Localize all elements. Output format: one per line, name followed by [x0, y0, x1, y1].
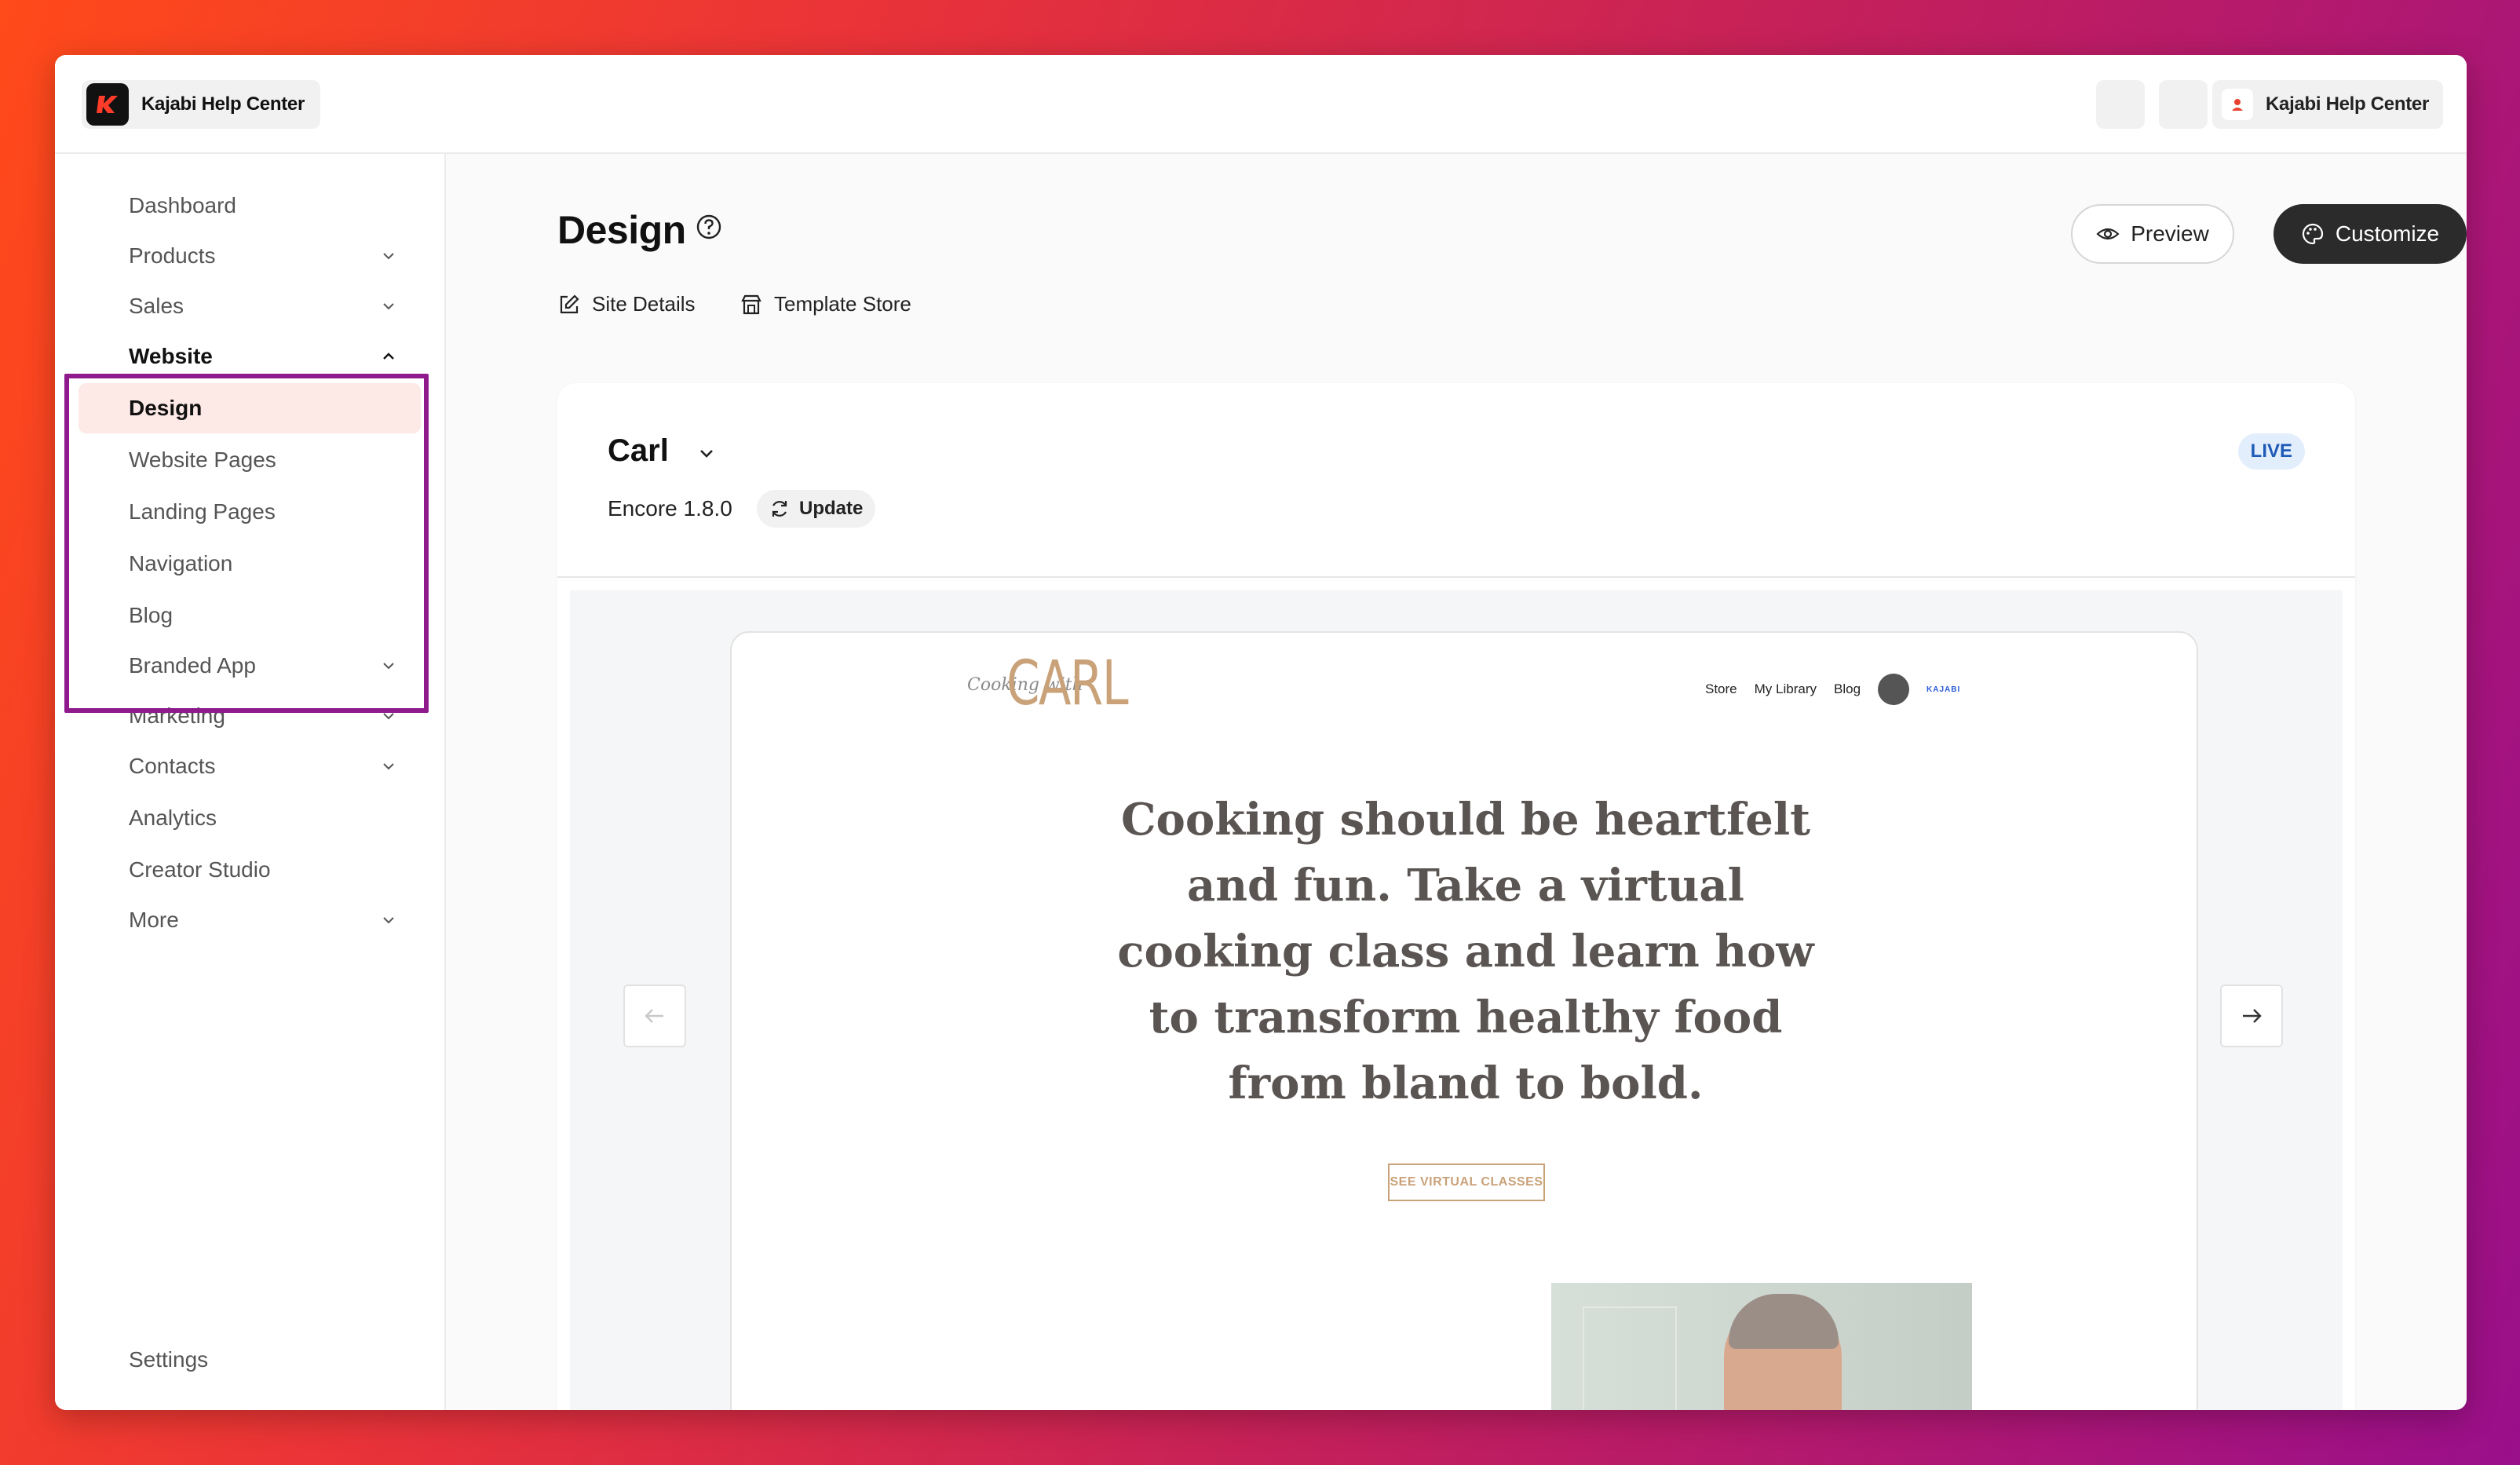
sidebar: Dashboard Products Sales Website Design … — [55, 154, 446, 1410]
refresh-icon — [772, 501, 787, 517]
update-button[interactable]: Update — [757, 490, 876, 528]
sidebar-item-products[interactable]: Products — [79, 231, 416, 281]
app-window: Kajabi Help Center Kajabi Help Center Da… — [55, 55, 2467, 1410]
notifications-button[interactable] — [2096, 80, 2145, 129]
palette-icon — [2302, 223, 2323, 245]
sidebar-item-branded-app[interactable]: Branded App — [79, 641, 416, 691]
chevron-down-icon[interactable] — [696, 443, 718, 465]
sidebar-item-more[interactable]: More — [79, 895, 416, 945]
site-logo: CARL — [1006, 648, 1129, 719]
eye-icon — [2096, 228, 2120, 240]
site-nav-store: Store — [1705, 681, 1737, 696]
template-store-label: Template Store — [774, 292, 911, 316]
arrow-right-icon — [2243, 1009, 2262, 1023]
sidebar-item-design[interactable]: Design — [79, 383, 421, 433]
sidebar-item-label: Settings — [129, 1347, 209, 1372]
update-label: Update — [799, 498, 864, 519]
sidebar-item-website[interactable]: Website — [79, 331, 416, 382]
chevron-down-icon — [383, 713, 394, 720]
sidebar-item-sales[interactable]: Sales — [79, 281, 416, 331]
template-store-link[interactable]: Template Store — [740, 292, 911, 316]
chevron-down-icon — [383, 253, 394, 260]
hero-heading: Cooking should be heartfelt and fun. Tak… — [1117, 794, 1814, 1109]
site-avatar — [1878, 674, 1910, 705]
site-name: Kajabi Help Center — [141, 93, 305, 115]
chevron-up-icon — [383, 353, 394, 360]
hero-photo — [1551, 1283, 1972, 1410]
sidebar-item-label: Analytics — [129, 806, 217, 830]
sidebar-item-blog[interactable]: Blog — [79, 590, 416, 641]
site-preview-frame: Cooking with CARL Store My Library Blog … — [730, 631, 2198, 1410]
kajabi-badge: KAJABI — [1927, 685, 1961, 694]
status-badge: LIVE — [2237, 433, 2305, 469]
main-content: Design Preview Customize Site Details Te… — [447, 154, 2467, 1410]
arrow-left-icon — [645, 1009, 663, 1023]
sidebar-item-label: Dashboard — [129, 193, 236, 217]
theme-card: Carl LIVE Encore 1.8.0 Update Cooking wi… — [557, 383, 2355, 1410]
chevron-down-icon — [383, 763, 394, 770]
sidebar-item-marketing[interactable]: Marketing — [79, 691, 416, 741]
sidebar-item-website-pages[interactable]: Website Pages — [79, 435, 416, 485]
sidebar-item-label: Marketing — [129, 703, 225, 728]
sidebar-item-label: Products — [129, 243, 216, 268]
previous-slide-button[interactable] — [623, 985, 686, 1047]
sidebar-item-dashboard[interactable]: Dashboard — [79, 181, 416, 231]
sidebar-item-contacts[interactable]: Contacts — [79, 741, 416, 791]
site-nav-blog: Blog — [1834, 681, 1861, 696]
site-switcher[interactable]: Kajabi Help Center — [82, 80, 320, 129]
theme-preview-area: Cooking with CARL Store My Library Blog … — [570, 590, 2343, 1410]
site-nav: Store My Library Blog KAJABI — [1705, 674, 1960, 705]
site-details-link[interactable]: Site Details — [557, 292, 696, 316]
sidebar-item-creator-studio[interactable]: Creator Studio — [79, 845, 416, 895]
preview-button[interactable]: Preview — [2071, 204, 2234, 264]
page-title: Design — [557, 208, 686, 252]
site-nav-library: My Library — [1754, 681, 1817, 696]
preview-label: Preview — [2131, 221, 2209, 246]
sidebar-item-settings[interactable]: Settings — [79, 1335, 416, 1385]
next-slide-button[interactable] — [2220, 985, 2283, 1047]
account-menu[interactable]: Kajabi Help Center — [2212, 80, 2443, 129]
customize-label: Customize — [2335, 221, 2440, 246]
site-details-label: Site Details — [592, 292, 696, 316]
kajabi-logo-icon — [86, 83, 129, 126]
customize-button[interactable]: Customize — [2273, 204, 2467, 264]
sidebar-item-label: Creator Studio — [129, 857, 271, 882]
chevron-down-icon — [383, 303, 394, 310]
sidebar-item-label: Sales — [129, 294, 184, 318]
sidebar-item-label: Contacts — [129, 754, 216, 778]
edit-icon — [560, 294, 579, 313]
sidebar-item-label: Design — [129, 396, 203, 420]
site-cta-button: SEE VIRTUAL CLASSES — [1388, 1164, 1545, 1201]
sidebar-item-label: Landing Pages — [129, 499, 276, 524]
top-bar: Kajabi Help Center Kajabi Help Center — [55, 55, 2467, 154]
sidebar-item-label: Website — [129, 344, 213, 368]
divider — [557, 576, 2355, 578]
theme-name: Carl — [608, 433, 669, 468]
sidebar-item-label: Blog — [129, 603, 173, 627]
help-circle-icon[interactable] — [696, 214, 722, 240]
sidebar-item-analytics[interactable]: Analytics — [79, 793, 416, 843]
chevron-down-icon — [383, 663, 394, 670]
store-icon — [741, 294, 761, 314]
account-name: Kajabi Help Center — [2266, 93, 2429, 115]
user-icon — [2222, 89, 2253, 120]
sidebar-item-label: Navigation — [129, 551, 233, 575]
theme-version: Encore 1.8.0 — [608, 496, 732, 521]
help-button[interactable] — [2159, 80, 2208, 129]
chevron-down-icon — [383, 917, 394, 924]
sidebar-item-landing-pages[interactable]: Landing Pages — [79, 487, 416, 537]
sidebar-item-navigation[interactable]: Navigation — [79, 539, 416, 589]
sidebar-item-label: Branded App — [129, 653, 256, 678]
sidebar-item-label: More — [129, 908, 179, 932]
sidebar-item-label: Website Pages — [129, 448, 276, 472]
